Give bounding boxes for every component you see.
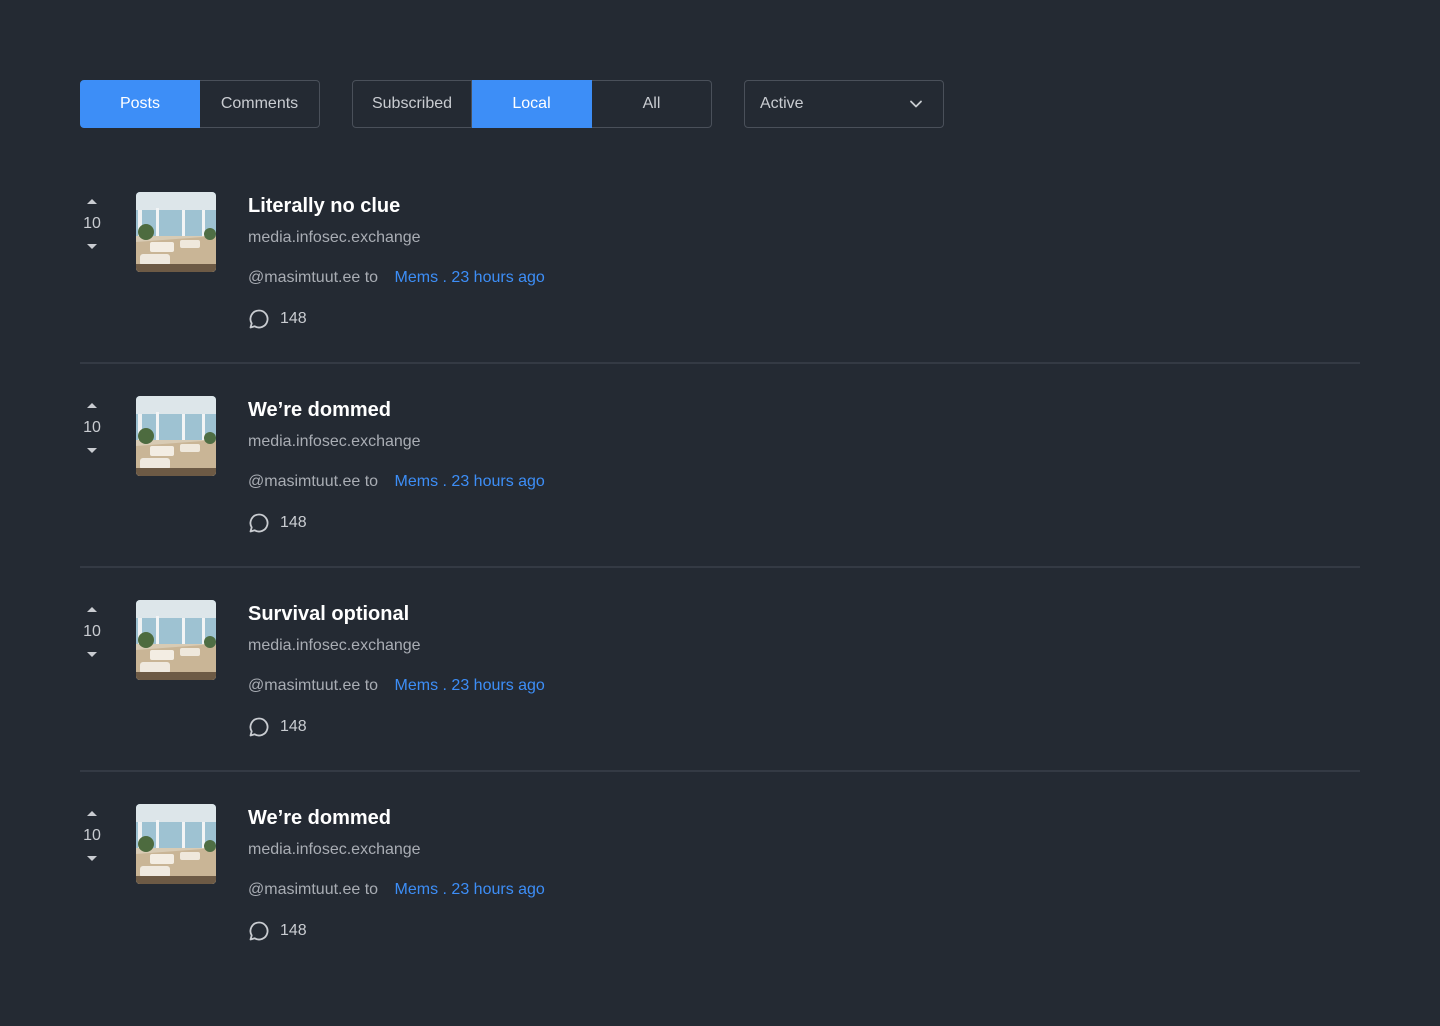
- post-author[interactable]: @masimtuut.ee to: [248, 473, 378, 490]
- post-score: 10: [83, 623, 101, 640]
- post-body: We’re dommed media.infosec.exchange @mas…: [248, 804, 545, 942]
- comment-count: 148: [280, 922, 307, 939]
- post-title[interactable]: We’re dommed: [248, 396, 545, 424]
- post-thumbnail[interactable]: [136, 192, 216, 272]
- post-body: We’re dommed media.infosec.exchange @mas…: [248, 396, 545, 534]
- vote-widget: 10: [80, 402, 104, 454]
- comment-count: 148: [280, 310, 307, 327]
- post-item: 10 Literally no clue media.infosec.excha…: [80, 160, 1360, 364]
- post-type-toggle: Posts Comments: [80, 80, 320, 128]
- post-score: 10: [83, 215, 101, 232]
- upvote-icon[interactable]: [86, 198, 98, 206]
- post-domain[interactable]: media.infosec.exchange: [248, 636, 545, 656]
- subscribed-tab[interactable]: Subscribed: [352, 80, 472, 128]
- post-author[interactable]: @masimtuut.ee to: [248, 881, 378, 898]
- post-score: 10: [83, 827, 101, 844]
- comment-bubble-icon: [249, 717, 269, 737]
- post-community[interactable]: Mems . 23 hours ago: [395, 881, 545, 898]
- listing-type-toggle: Subscribed Local All: [352, 80, 712, 128]
- post-meta: @masimtuut.ee to Mems . 23 hours ago: [248, 676, 545, 696]
- vote-widget: 10: [80, 810, 104, 862]
- posts-tab[interactable]: Posts: [80, 80, 200, 128]
- post-list: 10 Literally no clue media.infosec.excha…: [80, 160, 1360, 976]
- comments-link[interactable]: 148: [248, 308, 545, 330]
- comments-link[interactable]: 148: [248, 512, 545, 534]
- comment-count: 148: [280, 514, 307, 531]
- chevron-down-icon: [910, 100, 922, 108]
- local-tab[interactable]: Local: [472, 80, 592, 128]
- interior-image: [136, 192, 216, 272]
- post-item: 10 We’re dommed media.infosec.exchange @…: [80, 364, 1360, 568]
- post-item: 10 Survival optional media.infosec.excha…: [80, 568, 1360, 772]
- comment-count: 148: [280, 718, 307, 735]
- post-score: 10: [83, 419, 101, 436]
- interior-image: [136, 804, 216, 884]
- post-meta: @masimtuut.ee to Mems . 23 hours ago: [248, 880, 545, 900]
- comments-tab[interactable]: Comments: [200, 80, 320, 128]
- upvote-icon[interactable]: [86, 402, 98, 410]
- post-body: Literally no clue media.infosec.exchange…: [248, 192, 545, 330]
- sort-dropdown[interactable]: Active: [744, 80, 944, 128]
- comment-bubble-icon: [249, 921, 269, 941]
- comments-link[interactable]: 148: [248, 920, 545, 942]
- post-domain[interactable]: media.infosec.exchange: [248, 432, 545, 452]
- downvote-icon[interactable]: [86, 242, 98, 250]
- post-community[interactable]: Mems . 23 hours ago: [395, 677, 545, 694]
- comment-bubble-icon: [249, 309, 269, 329]
- interior-image: [136, 396, 216, 476]
- post-community[interactable]: Mems . 23 hours ago: [395, 473, 545, 490]
- post-thumbnail[interactable]: [136, 804, 216, 884]
- post-title[interactable]: Survival optional: [248, 600, 545, 628]
- upvote-icon[interactable]: [86, 810, 98, 818]
- downvote-icon[interactable]: [86, 854, 98, 862]
- vote-widget: 10: [80, 606, 104, 658]
- post-author[interactable]: @masimtuut.ee to: [248, 677, 378, 694]
- upvote-icon[interactable]: [86, 606, 98, 614]
- downvote-icon[interactable]: [86, 650, 98, 658]
- post-domain[interactable]: media.infosec.exchange: [248, 228, 545, 248]
- interior-image: [136, 600, 216, 680]
- comments-link[interactable]: 148: [248, 716, 545, 738]
- all-tab[interactable]: All: [592, 80, 712, 128]
- vote-widget: 10: [80, 198, 104, 250]
- post-thumbnail[interactable]: [136, 600, 216, 680]
- post-meta: @masimtuut.ee to Mems . 23 hours ago: [248, 472, 545, 492]
- post-item: 10 We’re dommed media.infosec.exchange @…: [80, 772, 1360, 976]
- post-title[interactable]: We’re dommed: [248, 804, 545, 832]
- sort-selected-value: Active: [760, 95, 804, 112]
- post-body: Survival optional media.infosec.exchange…: [248, 600, 545, 738]
- post-meta: @masimtuut.ee to Mems . 23 hours ago: [248, 268, 545, 288]
- post-community[interactable]: Mems . 23 hours ago: [395, 269, 545, 286]
- post-thumbnail[interactable]: [136, 396, 216, 476]
- post-domain[interactable]: media.infosec.exchange: [248, 840, 545, 860]
- comment-bubble-icon: [249, 513, 269, 533]
- downvote-icon[interactable]: [86, 446, 98, 454]
- post-author[interactable]: @masimtuut.ee to: [248, 269, 378, 286]
- filter-toolbar: Posts Comments Subscribed Local All Acti…: [80, 80, 944, 128]
- post-title[interactable]: Literally no clue: [248, 192, 545, 220]
